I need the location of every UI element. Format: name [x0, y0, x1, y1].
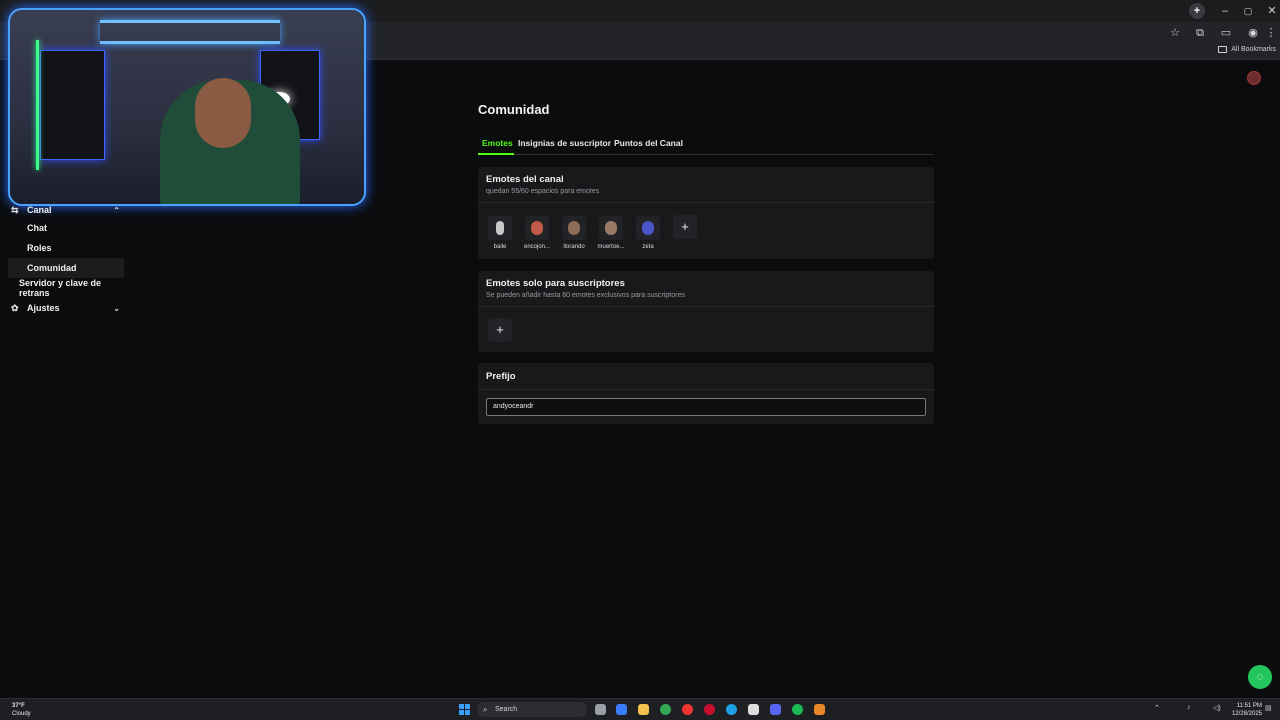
sidebar-item-canal[interactable]: ⇆ Canal ⌃ — [8, 200, 124, 220]
channel-emotes-card: Emotes del canal quedan 55/60 espacios p… — [478, 167, 934, 259]
page-title: Comunidad — [478, 102, 550, 117]
emote-name: encojon... — [523, 244, 551, 250]
taskbar-search[interactable]: ⌕ Search — [477, 702, 587, 717]
extensions-icon[interactable]: ⧉ — [1192, 25, 1208, 41]
support-chat-button[interactable]: ◌ — [1248, 665, 1272, 689]
discord-icon[interactable] — [770, 704, 781, 715]
card-title: Prefijo — [486, 371, 516, 382]
opera-icon[interactable] — [704, 704, 715, 715]
cam-person-head — [195, 78, 251, 148]
sidebar-item-label: Roles — [27, 243, 52, 253]
all-bookmarks-button[interactable]: All Bookmarks — [1218, 46, 1276, 53]
card-title: Emotes del canal — [486, 174, 564, 185]
menu-icon[interactable]: ⋮ — [1263, 25, 1279, 41]
maximize-icon[interactable]: ▢ — [1236, 3, 1260, 19]
card-title: Emotes solo para suscriptores — [486, 278, 625, 289]
app-icon[interactable] — [682, 704, 693, 715]
tab-puntos[interactable]: Puntos del Canal — [614, 138, 683, 148]
tab-emotes[interactable]: Emotes — [482, 138, 513, 148]
app-icon[interactable] — [616, 704, 627, 715]
chevron-up-icon: ⌃ — [113, 205, 120, 215]
mic-icon[interactable]: ♪ — [1187, 704, 1191, 711]
emote-image — [525, 216, 549, 240]
user-avatar[interactable] — [1247, 71, 1261, 85]
profile-icon[interactable]: ◉ — [1245, 25, 1261, 41]
taskbar-clock[interactable]: 11:51 PM 12/28/2025 — [1228, 702, 1262, 718]
emote-image — [636, 216, 660, 240]
sidebar-item-label: Canal — [27, 205, 52, 215]
start-button[interactable] — [459, 704, 470, 715]
sidebar-item-label: Servidor y clave de retrans — [19, 278, 102, 298]
weather-widget[interactable]: 37°F Cloudy — [12, 702, 31, 718]
sidebar-item-label: Ajustes — [27, 303, 60, 313]
tray-chevron-icon[interactable]: ⌃ — [1154, 704, 1160, 712]
add-sub-emote-button[interactable]: + — [488, 318, 512, 342]
taskview-icon[interactable] — [595, 704, 606, 715]
star-icon[interactable]: ☆ — [1167, 25, 1183, 41]
notification-icon[interactable]: ▤ — [1265, 704, 1272, 712]
weather-temperature: 37°F — [12, 703, 25, 709]
cam-green-light — [36, 40, 39, 170]
search-label: Search — [495, 706, 518, 713]
emote-item[interactable]: encojon... — [524, 216, 550, 250]
emote-image — [562, 216, 586, 240]
clock-time: 11:51 PM — [1236, 703, 1262, 709]
gear-icon: ✿ — [11, 302, 19, 313]
prefix-input[interactable]: andyoceandr — [486, 398, 926, 416]
chevron-down-icon: ⌄ — [113, 303, 120, 313]
emote-item[interactable]: zeta — [635, 216, 661, 250]
tab-bar: Emotes Insignias de suscriptor Puntos de… — [478, 133, 934, 155]
volume-icon[interactable]: ◁) — [1213, 704, 1221, 712]
sidebar-item-roles[interactable]: Roles — [8, 238, 124, 258]
sidebar-item-comunidad[interactable]: Comunidad — [8, 258, 124, 278]
app-icon[interactable] — [748, 704, 759, 715]
emote-name: llorando — [563, 244, 585, 250]
sidebar-item-label: Chat — [27, 223, 47, 233]
cam-neon-light — [100, 20, 280, 44]
sub-emotes-card: Emotes solo para suscriptores Se pueden … — [478, 271, 934, 352]
emote-image — [488, 216, 512, 240]
card-header: Emotes del canal quedan 55/60 espacios p… — [478, 167, 934, 203]
add-emote-button[interactable]: + — [673, 215, 697, 239]
clock-date: 12/28/2025 — [1231, 711, 1262, 717]
new-tab-icon[interactable]: + — [1189, 3, 1205, 19]
emote-name: baile — [493, 244, 507, 250]
folder-icon — [1218, 46, 1228, 53]
sidebar-item-chat[interactable]: Chat — [8, 218, 124, 238]
file-explorer-icon[interactable] — [638, 704, 649, 715]
emote-item[interactable]: baile — [487, 216, 513, 250]
sidebar-item-servidor[interactable]: Servidor y clave de retrans — [8, 278, 130, 298]
emote-item[interactable]: muertoe... — [597, 216, 625, 250]
search-icon: ⌕ — [483, 705, 488, 714]
webcam-overlay — [8, 8, 366, 206]
all-bookmarks-label: All Bookmarks — [1231, 46, 1276, 53]
emote-name: zeta — [642, 244, 654, 250]
card-subtitle: quedan 55/60 espacios para emotes — [486, 188, 600, 195]
close-icon[interactable]: ✕ — [1260, 3, 1280, 19]
spotify-icon[interactable] — [792, 704, 803, 715]
edge-icon[interactable] — [726, 704, 737, 715]
active-tab-indicator — [478, 153, 514, 155]
emote-item[interactable]: llorando — [561, 216, 587, 250]
card-header: Emotes solo para suscriptores Se pueden … — [478, 271, 934, 307]
emote-image — [599, 216, 623, 240]
windows-taskbar: 37°F Cloudy ⌕ Search ⌃ ♪ ◁) 11:51 PM 12/… — [0, 698, 1280, 720]
minimize-icon[interactable]: – — [1213, 3, 1237, 19]
tab-insignias[interactable]: Insignias de suscriptor — [518, 138, 611, 148]
sidebar-item-ajustes[interactable]: ✿ Ajustes ⌄ — [8, 298, 124, 318]
chrome-icon[interactable] — [660, 704, 671, 715]
app-icon[interactable] — [814, 704, 825, 715]
card-header: Prefijo — [478, 363, 934, 390]
emote-name: muertoe... — [597, 244, 625, 250]
sidepanel-icon[interactable]: ▭ — [1218, 25, 1234, 41]
sidebar-item-label: Comunidad — [27, 263, 77, 273]
channel-icon: ⇆ — [11, 204, 19, 215]
cam-panel-left — [40, 50, 105, 160]
weather-condition: Cloudy — [12, 711, 31, 717]
card-subtitle: Se pueden añadir hasta 60 emotes exclusi… — [486, 292, 685, 299]
